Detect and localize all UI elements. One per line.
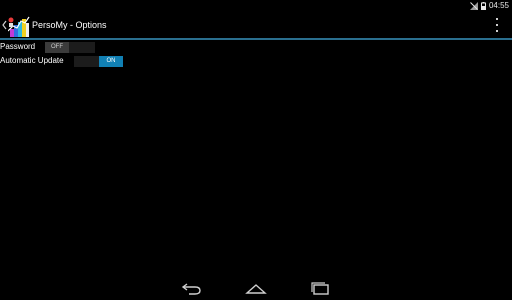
automatic-update-label: Automatic Update xyxy=(0,56,64,65)
back-icon[interactable] xyxy=(180,280,204,296)
action-bar: PersoMy - Options xyxy=(0,12,512,38)
automatic-update-switch-thumb: ON xyxy=(99,56,123,67)
automatic-update-setting-row: Automatic Update xyxy=(0,55,64,67)
overflow-menu-icon[interactable] xyxy=(494,18,500,32)
overflow-dot xyxy=(496,30,498,32)
status-clock: 04:55 xyxy=(488,1,509,10)
status-icons: 04:55 xyxy=(469,0,509,12)
password-switch-thumb: OFF xyxy=(45,42,69,53)
options-screen: 04:55 PersoMy - Options Password OFF Aut… xyxy=(0,0,512,300)
persomy-app-icon[interactable] xyxy=(8,15,30,37)
automatic-update-switch[interactable]: ON xyxy=(74,56,123,67)
home-icon[interactable] xyxy=(244,280,268,296)
password-switch[interactable]: OFF xyxy=(45,42,95,53)
chevron-left-icon[interactable] xyxy=(1,18,8,32)
navigation-bar xyxy=(0,276,512,300)
password-label: Password xyxy=(0,42,36,51)
page-title: PersoMy - Options xyxy=(32,20,107,30)
overflow-dot xyxy=(496,18,498,20)
password-setting-row: Password xyxy=(0,41,35,53)
overflow-dot xyxy=(496,24,498,26)
action-bar-divider xyxy=(0,38,512,40)
status-bar: 04:55 xyxy=(0,0,512,12)
recents-icon[interactable] xyxy=(308,280,332,296)
